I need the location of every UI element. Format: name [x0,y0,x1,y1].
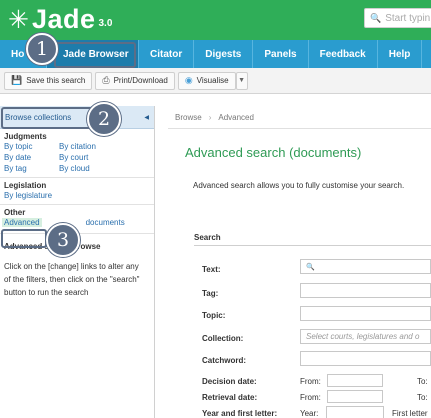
jade-logo[interactable]: ✳ Jade 3.0 [8,5,112,33]
decision-from-label: From: [300,377,321,386]
chevron-right-icon: › [208,112,212,122]
search-input[interactable]: 🔍 Start typin [364,8,431,28]
visualise-dropdown-button[interactable]: ▼ [235,71,248,90]
sidebar: Browse collections ◀ Judgments By topic … [0,106,155,418]
chevron-down-icon: ▼ [238,77,246,84]
advanced-search-desc-1: Click on the [change] links to alter any [4,262,139,271]
search-icon: 🔍 [306,263,315,271]
other-links: Advanced documents [0,218,154,227]
link-by-tag[interactable]: By tag [4,164,59,173]
decision-from-input[interactable] [327,374,383,387]
year-first-letter-label: Year and first letter: [202,409,278,418]
link-by-legislature[interactable]: By legislature [4,191,52,200]
catchword-input[interactable] [300,351,431,366]
search-section-title: Search [194,233,221,242]
link-by-citation[interactable]: By citation [59,142,139,151]
link-advanced[interactable]: Advanced [2,218,42,227]
print-download-label: Print/Download [113,76,168,85]
visualise-icon: ◉ [184,75,193,85]
advanced-search-desc-2: of the filters, then click on the "searc… [4,275,140,284]
year-input[interactable] [326,406,384,418]
logo-text: Jade [31,4,96,34]
breadcrumb-browse[interactable]: Browse [175,113,202,122]
nav-citator[interactable]: Citator [139,40,195,68]
other-title: Other [4,208,26,217]
nav-feedback[interactable]: Feedback [309,40,378,68]
link-by-court[interactable]: By court [59,153,139,162]
retrieval-date-label: Retrieval date: [202,393,258,402]
save-search-button[interactable]: 💾 Save this search [4,71,93,90]
catchword-label: Catchword: [202,356,246,365]
save-search-label: Save this search [26,76,86,85]
callout-3: 3 [46,223,80,257]
text-label: Text: [202,265,221,274]
nav-digests[interactable]: Digests [194,40,254,68]
text-input[interactable]: 🔍 [300,259,431,274]
browse-collections-highlight [1,107,101,129]
topic-input[interactable] [300,306,431,321]
advanced-search-desc-3: button to run the search [4,288,89,297]
collection-label: Collection: [202,334,244,343]
year-label: Year: [300,409,319,418]
link-by-date[interactable]: By date [4,153,59,162]
legislation-title: Legislation [4,181,47,190]
breadcrumb-advanced: Advanced [218,112,254,122]
toolbar: 💾 Save this search ⎙ Print/Download ◉ Vi… [0,68,431,94]
visualise-label: Visualise [196,76,229,85]
legislation-links: By legislature [0,191,154,200]
jade-browser-highlight [54,42,136,68]
link-documents[interactable]: documents [86,218,125,227]
retrieval-from-input[interactable] [327,390,383,403]
judgments-links: By topic By citation By date By court By… [0,142,154,173]
callout-2: 2 [87,102,121,136]
retrieval-from-label: From: [300,393,321,402]
nav-help[interactable]: Help [378,40,423,68]
print-download-button[interactable]: ⎙ Print/Download [95,71,175,90]
link-by-topic[interactable]: By topic [4,142,59,151]
topic-label: Topic: [202,311,226,320]
intro-text: Advanced search allows you to fully cust… [193,181,405,190]
tag-label: Tag: [202,289,219,298]
nav-panels[interactable]: Panels [253,40,309,68]
search-placeholder: Start typin [385,12,431,24]
collection-select[interactable]: Select courts, legislatures and o [300,329,431,344]
logo-version: 3.0 [98,18,113,29]
logo-mark-icon: ✳ [8,5,29,34]
divider [0,204,154,205]
section-divider [194,245,431,246]
link-by-cloud[interactable]: By cloud [59,164,139,173]
tag-input[interactable] [300,283,431,298]
app-header: ✳ Jade 3.0 🔍 Start typin [0,0,431,40]
retrieval-to-label: To: [417,393,428,402]
breadcrumb: Browse › Advanced [168,106,431,129]
collapse-icon[interactable]: ◀ [144,114,149,121]
divider [0,177,154,178]
decision-to-label: To: [417,377,428,386]
judgments-title: Judgments [4,132,47,141]
print-icon: ⎙ [102,75,110,85]
first-letter-label: First letter [392,409,428,418]
save-icon: 💾 [11,75,23,85]
callout-1: 1 [26,33,58,65]
visualise-button[interactable]: ◉ Visualise [177,71,236,90]
search-icon: 🔍 [370,12,382,23]
page-title: Advanced search (documents) [185,145,362,160]
advanced-link-highlight [1,229,47,248]
decision-date-label: Decision date: [202,377,257,386]
